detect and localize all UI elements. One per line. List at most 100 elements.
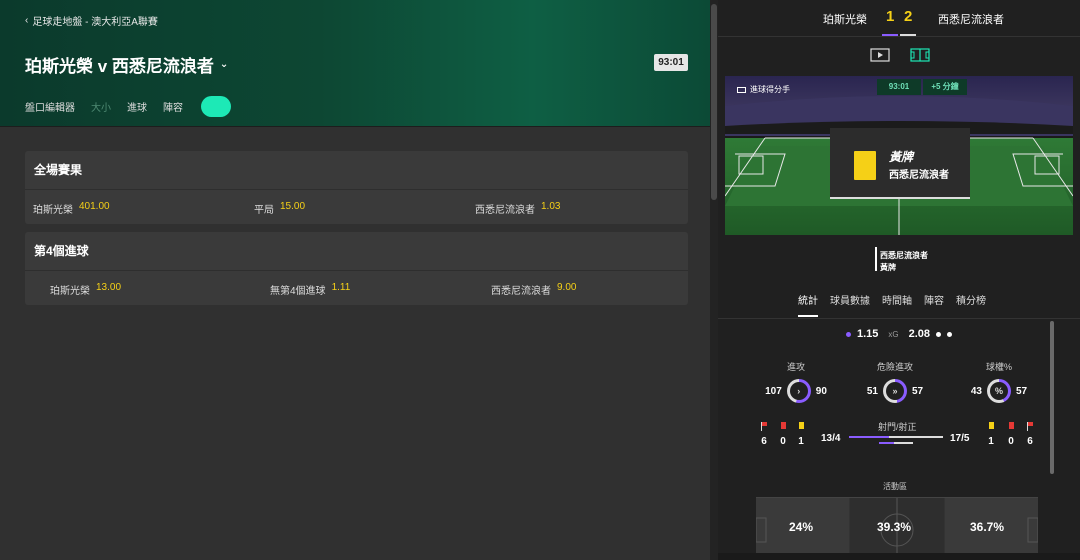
- filter-bar: 盤口編輯器 大小 進球 陣容: [25, 96, 231, 117]
- stat-away: 90: [815, 385, 827, 397]
- home-yellow-value: 1: [798, 436, 804, 447]
- scorer-label-text: 進球得分手: [750, 85, 790, 94]
- market-full-time: 全場賽果 珀斯光榮 401.00 平局 15.00 西悉尼流浪者 1.03: [25, 151, 688, 224]
- filter-goals[interactable]: 進球: [127, 99, 147, 114]
- filter-lineups[interactable]: 陣容: [163, 99, 183, 114]
- zone-title: 活動區: [883, 482, 907, 491]
- tab-lineups[interactable]: 陣容: [924, 292, 944, 317]
- market-title: 全場賽果: [25, 151, 688, 190]
- event-marker: [875, 247, 877, 271]
- horizontal-scrollbar[interactable]: [718, 553, 1080, 560]
- chevron-left-icon: ‹: [25, 15, 29, 26]
- filter-market-editor[interactable]: 盤口編輯器: [25, 99, 75, 114]
- market-title: 第4個進球: [25, 232, 688, 271]
- shots-away: 17/5: [950, 433, 970, 444]
- event-title: 黃牌: [889, 150, 914, 164]
- away-corners-value: 6: [1027, 436, 1033, 447]
- odds-name: 西悉尼流浪者: [491, 286, 551, 297]
- home-corners: 6: [759, 422, 769, 447]
- corner-flag-icon: [1026, 422, 1034, 431]
- dangerous-ring: »: [883, 379, 907, 403]
- odds-button[interactable]: 珀斯光榮 13.00: [50, 282, 121, 297]
- xg-label: xG: [888, 329, 899, 339]
- stat-away: 57: [1016, 385, 1028, 397]
- away-dot-icon: [947, 331, 953, 337]
- breadcrumb-label: 足球走地盤 - 澳大利亞A聯賽: [32, 17, 158, 28]
- footer-team: 西悉尼流浪者: [880, 251, 928, 260]
- odds-name: 平局: [254, 205, 274, 216]
- red-card-icon: [780, 422, 786, 429]
- filter-over-under[interactable]: 大小: [91, 99, 111, 114]
- possession-ring: %: [987, 379, 1011, 403]
- home-red-cards: 0: [778, 422, 788, 447]
- filter-toggle[interactable]: [201, 96, 231, 117]
- odds-button[interactable]: 珀斯光榮 401.00: [33, 201, 110, 216]
- event-popup: 黃牌 西悉尼流浪者: [830, 128, 970, 199]
- scorer-icon: [737, 86, 746, 93]
- home-dot-icon: [845, 331, 851, 337]
- away-score: 2: [904, 8, 913, 25]
- odds-name: 西悉尼流浪者: [475, 205, 535, 216]
- stat-dangerous-attacks: 危險進攻 51 » 57: [850, 360, 940, 403]
- on-target-bar-home: [879, 442, 894, 444]
- panel-scrollbar[interactable]: [710, 0, 718, 560]
- home-yellow-cards: 1: [796, 422, 806, 447]
- home-score: 1: [886, 8, 895, 25]
- stat-away: 57: [912, 385, 924, 397]
- odds-name: 無第4個進球: [270, 286, 326, 297]
- away-corners: 6: [1025, 422, 1035, 447]
- video-icon[interactable]: [870, 48, 890, 62]
- breadcrumb[interactable]: ‹ 足球走地盤 - 澳大利亞A聯賽: [25, 13, 158, 28]
- stat-title: 球權%: [985, 362, 1012, 372]
- yellow-card-icon: [798, 422, 804, 429]
- odds-button[interactable]: 無第4個進球 1.11: [270, 282, 350, 297]
- home-red-value: 0: [780, 436, 786, 447]
- yellow-card-icon: [854, 151, 876, 180]
- attacks-ring: ›: [786, 379, 811, 403]
- tab-timeline[interactable]: 時間軸: [882, 292, 912, 317]
- odds-price: 1.03: [541, 201, 561, 212]
- away-red-value: 0: [1008, 436, 1014, 447]
- odds-price: 401.00: [79, 201, 110, 212]
- shots-bars: [849, 434, 943, 446]
- xg-row: 1.15 xG 2.08: [718, 328, 1080, 340]
- tab-stats[interactable]: 統計: [798, 292, 818, 317]
- home-corners-value: 6: [761, 436, 767, 447]
- stat-possession: 球權% 43 % 57: [954, 360, 1044, 403]
- scrollbar-thumb[interactable]: [711, 4, 717, 200]
- match-header: ‹ 足球走地盤 - 澳大利亞A聯賽 珀斯光榮 v 西悉尼流浪者 ⌄ 93:01 …: [0, 0, 710, 127]
- away-underline: [900, 34, 916, 36]
- market-fourth-goal: 第4個進球 珀斯光榮 13.00 無第4個進球 1.11 西悉尼流浪者 9.00: [25, 232, 688, 305]
- away-dot-icon: [936, 331, 942, 337]
- yellow-card-icon: [988, 422, 994, 429]
- odds-button[interactable]: 西悉尼流浪者 9.00: [491, 282, 576, 297]
- stats-tabs: 統計 球員數據 時間軸 陣容 積分榜: [798, 292, 986, 317]
- match-visualiser: 進球得分手 93:01 +5 分鐘 黃牌 西悉尼流浪者 西悉尼流浪者 黃牌: [725, 76, 1073, 277]
- market-row: 珀斯光榮 401.00 平局 15.00 西悉尼流浪者 1.03: [25, 190, 688, 224]
- market-row: 珀斯光榮 13.00 無第4個進球 1.11 西悉尼流浪者 9.00: [25, 271, 688, 305]
- home-team: 珀斯光榮: [823, 14, 867, 26]
- tab-standings[interactable]: 積分榜: [956, 292, 986, 317]
- match-title[interactable]: 珀斯光榮 v 西悉尼流浪者 ⌄: [25, 52, 228, 77]
- stat-home: 43: [970, 385, 982, 397]
- odds-price: 15.00: [280, 201, 306, 212]
- tab-player-stats[interactable]: 球員數據: [830, 292, 870, 317]
- odds-button[interactable]: 平局 15.00: [254, 201, 305, 216]
- away-red-cards: 0: [1006, 422, 1016, 447]
- double-chevron-icon: »: [892, 386, 898, 396]
- scorer-label[interactable]: 進球得分手: [737, 84, 790, 95]
- home-underline: [882, 34, 898, 36]
- pitch-icon[interactable]: [910, 48, 930, 62]
- odds-name: 珀斯光榮: [33, 205, 73, 216]
- odds-name: 珀斯光榮: [50, 286, 90, 297]
- stats-scrollbar[interactable]: [1050, 321, 1054, 474]
- visualiser-overlay: 進球得分手 93:01 +5 分鐘: [725, 76, 1073, 96]
- chevron-right-icon: ›: [797, 386, 801, 396]
- visualiser-clock: 93:01: [877, 79, 921, 95]
- xg-home: 1.15: [856, 328, 879, 340]
- odds-price: 13.00: [96, 282, 122, 293]
- stat-home: 51: [866, 385, 878, 397]
- markets-panel: ‹ 足球走地盤 - 澳大利亞A聯賽 珀斯光榮 v 西悉尼流浪者 ⌄ 93:01 …: [0, 0, 710, 560]
- event-team: 西悉尼流浪者: [889, 170, 949, 181]
- odds-button[interactable]: 西悉尼流浪者 1.03: [475, 201, 560, 216]
